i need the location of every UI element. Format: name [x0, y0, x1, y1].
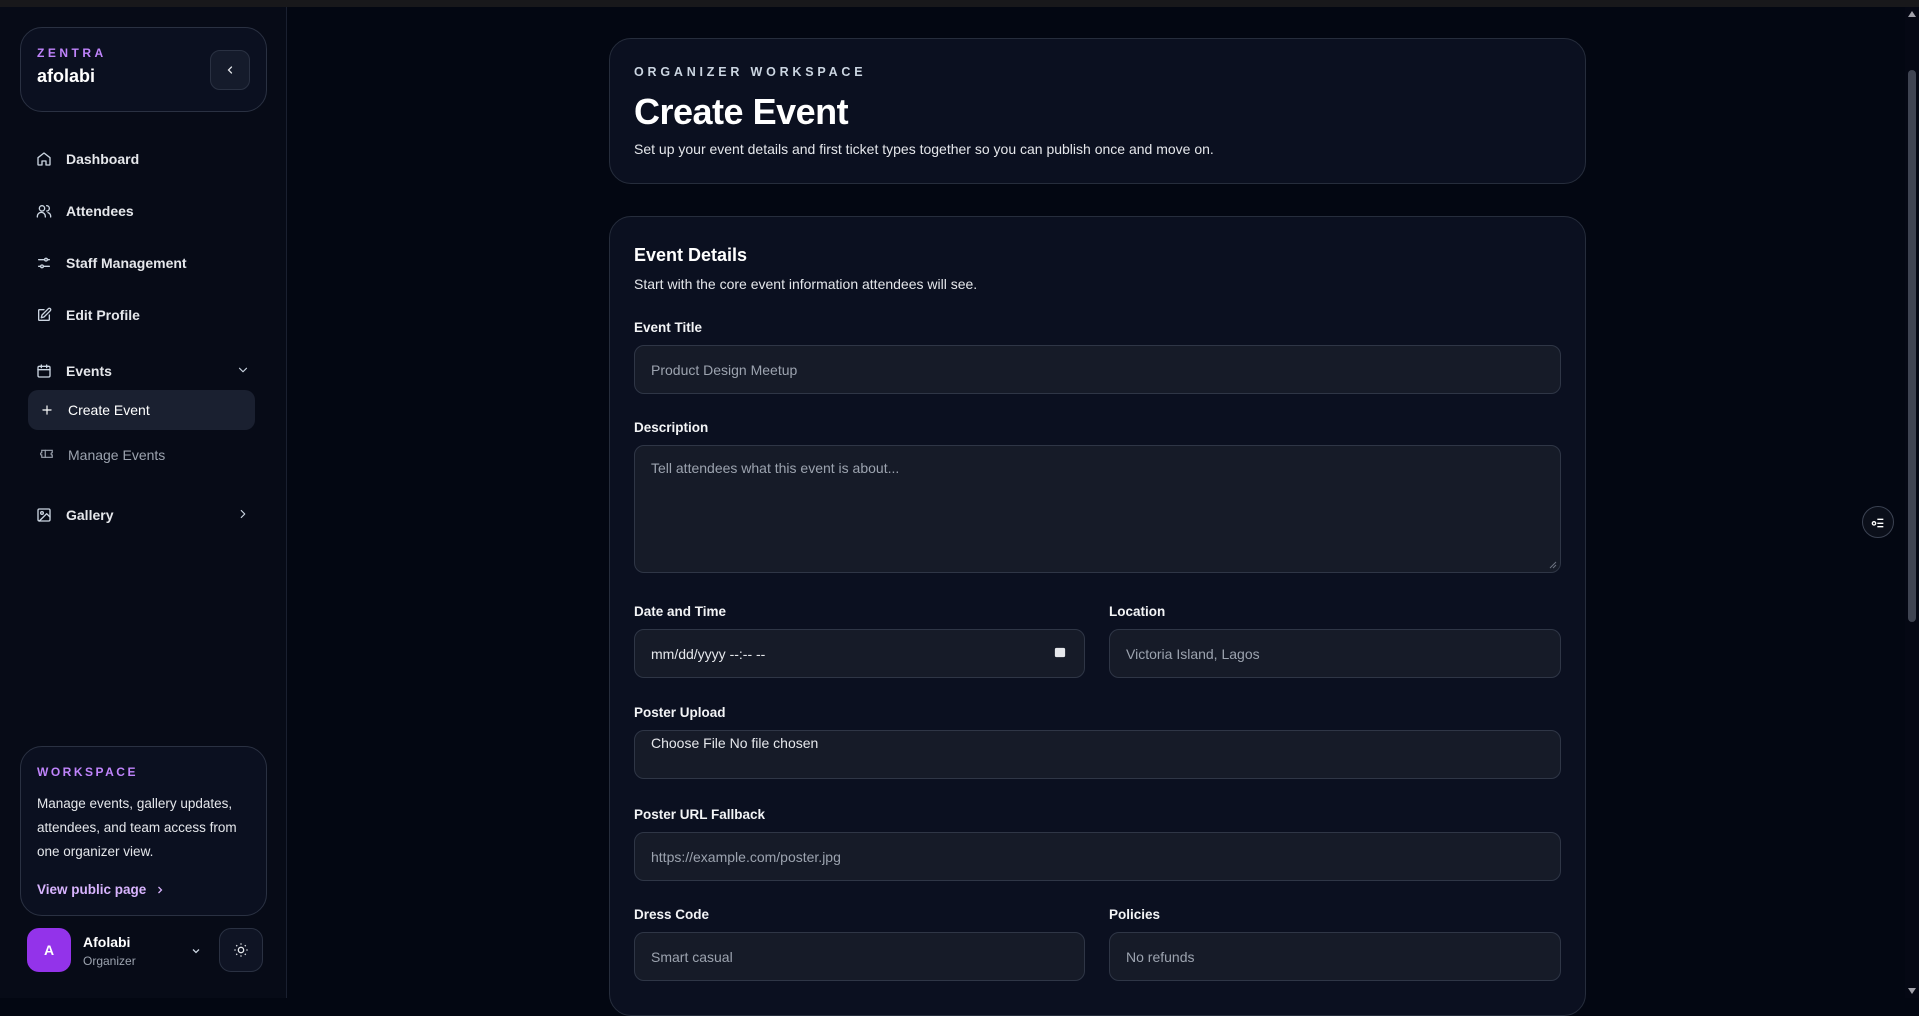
sidebar: ZENTRA afolabi Dashboard Attendees Staff… — [0, 7, 287, 998]
sidebar-item-label: Gallery — [66, 507, 114, 523]
poster-upload-value: Choose File No file chosen — [651, 735, 819, 751]
sidebar-item-label: Dashboard — [66, 151, 140, 167]
calendar-icon — [37, 364, 51, 378]
users-icon — [36, 205, 52, 218]
sidebar-item-label: Events — [66, 363, 112, 379]
chevron-right-icon — [236, 507, 250, 524]
dress-code-input[interactable]: Smart casual — [634, 932, 1085, 981]
chevron-right-icon — [158, 886, 163, 893]
poster-url-placeholder: https://example.com/poster.jpg — [651, 848, 841, 865]
page-kicker: ORGANIZER WORKSPACE — [634, 65, 867, 79]
event-title-input[interactable]: Product Design Meetup — [634, 345, 1561, 394]
workspace-kicker: WORKSPACE — [37, 765, 138, 779]
description-label: Description — [634, 420, 709, 435]
sun-icon — [234, 943, 248, 957]
poster-upload-input[interactable]: Choose File No file chosen — [634, 730, 1561, 779]
plus-icon — [42, 405, 52, 415]
image-icon — [37, 508, 51, 522]
sidebar-item-attendees[interactable]: Attendees — [28, 193, 260, 229]
scroll-down-arrow[interactable] — [1908, 988, 1916, 994]
view-public-page-link[interactable]: View public page — [37, 882, 166, 897]
page-title: Create Event — [634, 91, 849, 132]
scroll-up-arrow[interactable] — [1908, 11, 1916, 17]
edit-icon — [38, 307, 52, 321]
brand-kicker: ZENTRA — [37, 46, 107, 60]
page-scrollbar[interactable] — [1905, 7, 1919, 998]
date-time-input[interactable]: mm/dd/yyyy --:-- -- — [634, 629, 1085, 678]
workspace-card: WORKSPACE Manage events, gallery updates… — [20, 746, 267, 916]
resize-handle-icon[interactable] — [1549, 561, 1557, 569]
sidebar-item-label: Staff Management — [66, 255, 187, 271]
calendar-icon[interactable] — [1054, 645, 1066, 661]
sidebar-item-edit-profile[interactable]: Edit Profile — [28, 297, 260, 333]
poster-upload-label: Poster Upload — [634, 705, 726, 720]
chevron-down-icon — [190, 944, 202, 962]
location-placeholder: Victoria Island, Lagos — [1126, 645, 1260, 662]
sidebar-subitem-create-event[interactable]: Create Event — [28, 390, 255, 430]
policies-input[interactable]: No refunds — [1109, 932, 1561, 981]
user-name: Afolabi — [83, 934, 131, 950]
event-title-label: Event Title — [634, 320, 703, 335]
section-title: Event Details — [634, 245, 748, 265]
chevron-down-icon — [236, 363, 250, 380]
description-textarea[interactable]: Tell attendees what this event is about.… — [634, 445, 1561, 573]
sidebar-item-label: Attendees — [66, 203, 134, 219]
sidebar-subitem-manage-events[interactable]: Manage Events — [28, 435, 255, 475]
brand-name: afolabi — [37, 66, 96, 86]
toggle-list-icon — [1871, 518, 1884, 528]
sidebar-item-label: Edit Profile — [66, 307, 140, 323]
workspace-description: Manage events, gallery updates, attendee… — [37, 796, 237, 859]
sidebar-item-staff-management[interactable]: Staff Management — [28, 245, 260, 281]
sidebar-subitem-label: Create Event — [68, 402, 150, 418]
scroll-thumb[interactable] — [1908, 70, 1916, 622]
collapse-sidebar-button[interactable] — [210, 50, 250, 90]
dress-code-placeholder: Smart casual — [651, 948, 733, 965]
date-time-label: Date and Time — [634, 604, 727, 619]
event-details-form: Event Details Start with the core event … — [609, 216, 1586, 1016]
sidebar-item-gallery[interactable]: Gallery — [28, 497, 260, 533]
user-role: Organizer — [83, 954, 136, 968]
chevron-left-icon — [227, 66, 233, 74]
date-time-value: mm/dd/yyyy --:-- -- — [651, 645, 766, 662]
home-icon — [37, 152, 51, 166]
location-input[interactable]: Victoria Island, Lagos — [1109, 629, 1561, 678]
sidebar-subitem-label: Manage Events — [68, 447, 166, 463]
browser-top-strip — [0, 0, 1919, 7]
policies-label: Policies — [1109, 907, 1161, 922]
section-subtitle: Start with the core event information at… — [634, 276, 978, 292]
floating-settings-button[interactable] — [1862, 506, 1894, 538]
poster-url-label: Poster URL Fallback — [634, 807, 766, 822]
view-public-page-label: View public page — [37, 882, 147, 897]
sliders-icon — [38, 257, 50, 269]
sidebar-item-dashboard[interactable]: Dashboard — [28, 141, 260, 177]
policies-placeholder: No refunds — [1126, 948, 1195, 965]
dress-code-label: Dress Code — [634, 907, 710, 922]
theme-toggle-button[interactable] — [219, 928, 263, 972]
location-label: Location — [1109, 604, 1166, 619]
avatar: A — [27, 928, 71, 972]
user-menu[interactable]: A Afolabi Organizer — [27, 928, 267, 974]
brand-card: ZENTRA afolabi — [20, 27, 267, 112]
ticket-icon — [40, 449, 53, 458]
page-subtitle: Set up your event details and first tick… — [634, 141, 1214, 157]
page-header: ORGANIZER WORKSPACE Create Event Set up … — [609, 38, 1586, 184]
poster-url-input[interactable]: https://example.com/poster.jpg — [634, 832, 1561, 881]
event-title-placeholder: Product Design Meetup — [651, 361, 798, 378]
sidebar-item-events[interactable]: Events — [28, 353, 260, 389]
description-placeholder: Tell attendees what this event is about.… — [651, 460, 900, 476]
